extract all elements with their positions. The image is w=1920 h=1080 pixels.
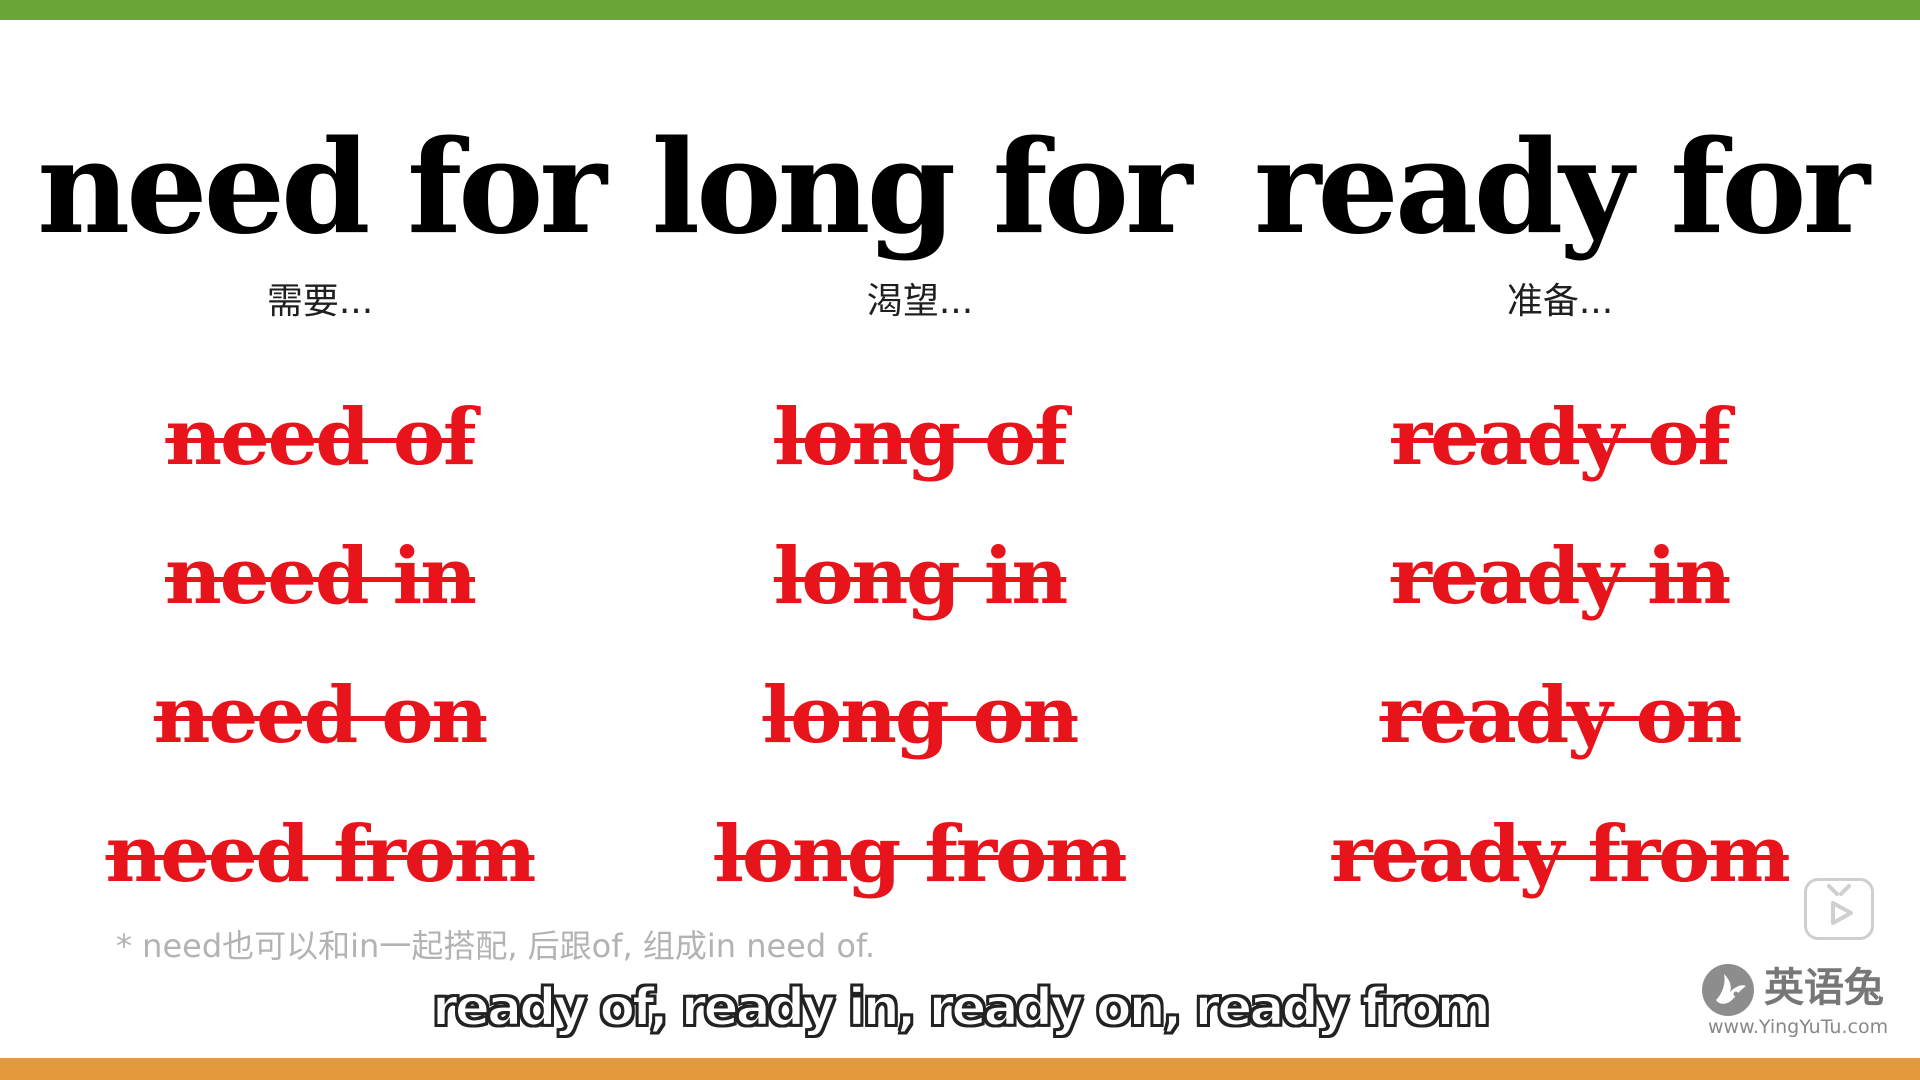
- footnote: * need也可以和in一起搭配, 后跟of, 组成in need of.: [116, 927, 876, 965]
- wrong-collocation: long on: [762, 670, 1080, 761]
- wrong-collocation: ready of: [1391, 392, 1731, 483]
- watermark-logo: 英语兔 www.YingYuTu.com: [1700, 958, 1900, 1038]
- wrong-collocation: ready in: [1390, 531, 1732, 622]
- column-long: long for 渴望... long of long in long on l…: [600, 0, 1240, 1000]
- video-subtitle: ready of, ready in, ready on, ready from: [431, 977, 1492, 1039]
- phrase-heading: need for: [37, 113, 607, 263]
- phrase-meaning: 需要...: [266, 281, 374, 322]
- wrong-collocation: need of: [165, 392, 476, 483]
- wrong-collocation: long from: [714, 809, 1127, 900]
- play-icon[interactable]: [1804, 878, 1874, 940]
- column-ready: ready for 准备... ready of ready in ready …: [1240, 0, 1880, 1000]
- bottom-accent-bar: [0, 1058, 1920, 1080]
- wrong-collocation: need in: [165, 531, 477, 622]
- wrong-collocation: need on: [153, 670, 488, 761]
- watermark-url: www.YingYuTu.com: [1708, 1016, 1889, 1038]
- wrong-collocation: ready on: [1379, 670, 1742, 761]
- phrase-meaning: 渴望...: [866, 281, 974, 322]
- phrase-meaning: 准备...: [1506, 281, 1614, 322]
- phrase-heading: long for: [651, 113, 1193, 263]
- wrong-collocation: ready from: [1331, 809, 1790, 900]
- watermark-name: 英语兔: [1764, 964, 1884, 1011]
- rabbit-logo-icon: [1702, 964, 1754, 1016]
- wrong-collocation: long of: [774, 392, 1068, 483]
- wrong-collocation: need from: [105, 809, 537, 900]
- phrase-heading: ready for: [1253, 113, 1870, 263]
- column-need: need for 需要... need of need in need on n…: [0, 0, 640, 1000]
- wrong-collocation: long in: [773, 531, 1068, 622]
